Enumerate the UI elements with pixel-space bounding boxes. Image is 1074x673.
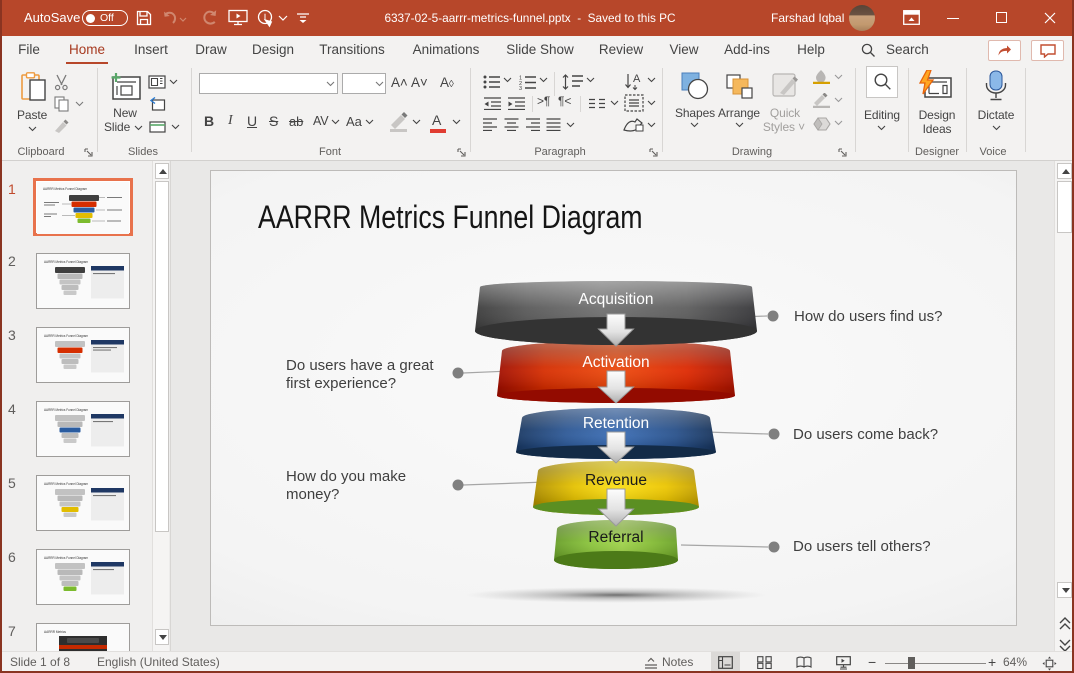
svg-text:AARRR Metrics: AARRR Metrics (44, 629, 66, 634)
svg-text:first experience?: first experience? (286, 375, 396, 392)
svg-text:Activation: Activation (582, 354, 649, 371)
svg-text:How do you make: How do you make (286, 468, 406, 485)
svg-text:AARRR Metrics Funnel Diagram: AARRR Metrics Funnel Diagram (44, 407, 89, 412)
svg-text:Do users have a great: Do users have a great (286, 357, 434, 374)
svg-text:AARRR Metrics Funnel Diagram: AARRR Metrics Funnel Diagram (43, 186, 88, 191)
svg-text:Retention: Retention (583, 415, 649, 432)
svg-text:Do users tell others?: Do users tell others? (793, 538, 931, 555)
svg-text:AARRR Metrics Funnel Diagram: AARRR Metrics Funnel Diagram (44, 481, 89, 486)
svg-text:Acquisition: Acquisition (579, 291, 654, 308)
svg-text:How do users find us?: How do users find us? (794, 308, 942, 325)
svg-text:Referral: Referral (588, 529, 643, 546)
svg-text:Do users come back?: Do users come back? (793, 426, 938, 443)
svg-text:AARRR Metrics Funnel Diagram: AARRR Metrics Funnel Diagram (44, 555, 89, 560)
svg-text:A: A (633, 73, 641, 85)
svg-text:3: 3 (519, 86, 522, 90)
svg-text:Revenue: Revenue (585, 472, 647, 489)
svg-text:AARRR Metrics Funnel Diagram: AARRR Metrics Funnel Diagram (44, 259, 89, 264)
svg-text:money?: money? (286, 486, 339, 503)
svg-text:AARRR Metrics Funnel Diagram: AARRR Metrics Funnel Diagram (44, 333, 89, 338)
